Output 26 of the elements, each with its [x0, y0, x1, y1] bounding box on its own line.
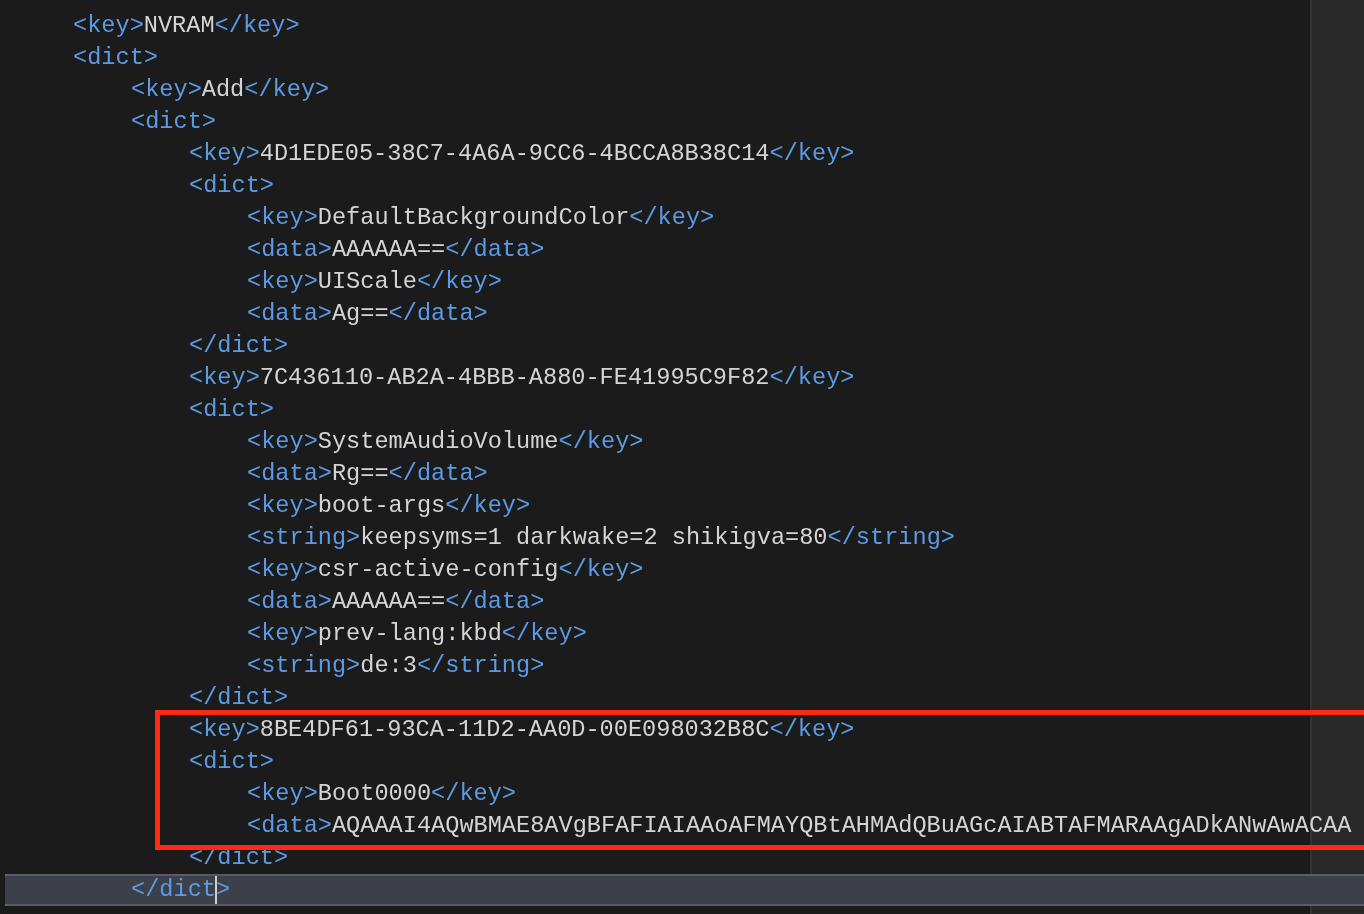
- code-line: <key>Boot0000</key>: [246, 779, 518, 809]
- code-line: <dict>: [188, 747, 275, 777]
- code-line: <key>4D1EDE05-38C7-4A6A-9CC6-4BCCA8B38C14</key>: [188, 139, 856, 169]
- code-line: <key>8BE4DF61-93CA-11D2-AA0D-00E098032B8C</key>: [188, 715, 856, 745]
- code-line: <string>keepsyms=1 darkwake=2 shikigva=80</string>: [246, 523, 956, 553]
- code-line: <data>AAAAAA==</data>: [246, 587, 546, 617]
- code-line: <key>NVRAM</key>: [72, 11, 301, 41]
- code-line: <data>AQAAAI4AQwBMAE8AVgBFAFIAIAAoAFMAYQBtAHMAdQBuAGcAIABTAFMARAAgADkANwAwACAA: [246, 811, 1353, 841]
- code-line: <key>SystemAudioVolume</key>: [246, 427, 645, 457]
- code-line: <key>boot-args</key>: [246, 491, 532, 521]
- code-line: <dict>: [72, 43, 159, 73]
- code-line: <dict>: [188, 171, 275, 201]
- code-line: <key>Add</key>: [130, 75, 331, 105]
- code-line: </dict>: [188, 683, 290, 713]
- code-line: <data>Ag==</data>: [246, 299, 489, 329]
- code-line: </dict>: [188, 331, 290, 361]
- code-line: <dict>: [130, 107, 217, 137]
- code-line: <string>de:3</string>: [246, 651, 546, 681]
- code-line: <dict>: [188, 395, 275, 425]
- code-line: <key>prev-lang:kbd</key>: [246, 619, 588, 649]
- code-line: <key>DefaultBackgroundColor</key>: [246, 203, 716, 233]
- code-line: <key>csr-active-config</key>: [246, 555, 645, 585]
- code-line: <data>AAAAAA==</data>: [246, 235, 546, 265]
- code-line: <data>Rg==</data>: [246, 459, 489, 489]
- code-line: <key>7C436110-AB2A-4BBB-A880-FE41995C9F82</key>: [188, 363, 856, 393]
- code-line: <key>UIScale</key>: [246, 267, 503, 297]
